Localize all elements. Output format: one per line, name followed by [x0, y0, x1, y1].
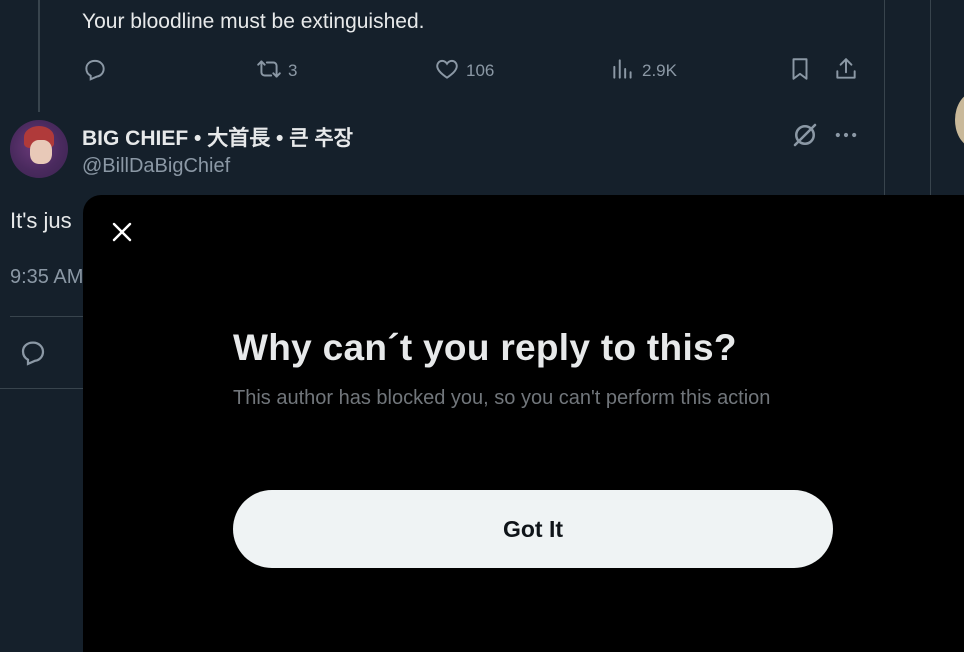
tweet-text: It's jus — [10, 208, 72, 233]
grok-button[interactable] — [790, 120, 820, 155]
share-icon — [833, 56, 859, 87]
reply-button[interactable] — [82, 56, 108, 86]
retweet-button[interactable]: 3 — [256, 56, 297, 86]
tweet-timestamp[interactable]: 9:35 AM — [10, 266, 83, 289]
like-button[interactable]: 106 — [434, 56, 494, 86]
reply-button-main[interactable] — [18, 337, 48, 367]
heart-icon — [434, 56, 460, 87]
sidebar-avatar[interactable] — [955, 92, 964, 148]
got-it-button[interactable]: Got It — [233, 490, 833, 568]
analytics-icon — [610, 56, 636, 87]
close-icon — [110, 220, 134, 249]
grok-icon — [790, 120, 820, 155]
thread-line — [38, 0, 40, 112]
retweet-count: 3 — [288, 61, 298, 80]
reply-icon — [82, 56, 108, 87]
previous-tweet-text: Your bloodline must be extinguished. — [82, 10, 425, 33]
like-count: 106 — [466, 61, 495, 80]
modal-description: This author has blocked you, so you can'… — [233, 387, 771, 409]
modal-title: Why can´t you reply to this? — [233, 327, 737, 368]
author-name[interactable]: BIG CHIEF • 大首長 • 큰 추장 — [82, 122, 353, 152]
bookmark-icon — [787, 56, 813, 87]
author-handle[interactable]: @BillDaBigChief — [82, 155, 230, 178]
bookmark-button[interactable] — [787, 56, 813, 86]
author-avatar[interactable] — [10, 120, 68, 178]
views-button[interactable]: 2.9K — [610, 56, 677, 86]
views-count: 2.9K — [642, 61, 677, 80]
page: Your bloodline must be extinguished. 3 1… — [0, 0, 964, 652]
retweet-icon — [256, 56, 282, 87]
modal-close-button[interactable] — [107, 219, 137, 249]
blocked-reply-modal: Why can´t you reply to this? This author… — [83, 195, 964, 652]
more-dots-icon — [832, 120, 860, 155]
share-button[interactable] — [833, 56, 859, 86]
reply-icon — [21, 341, 45, 366]
more-options-button[interactable] — [832, 120, 860, 155]
